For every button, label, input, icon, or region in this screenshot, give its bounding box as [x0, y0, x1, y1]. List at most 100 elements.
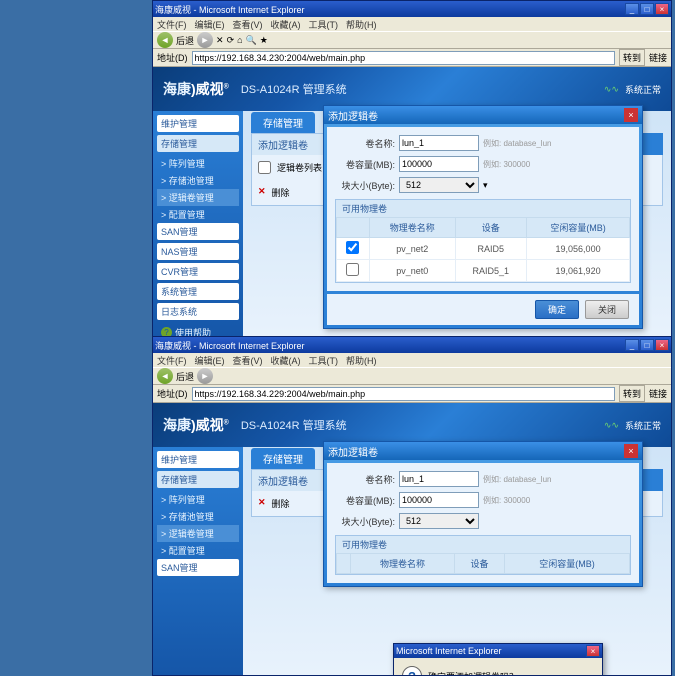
address-bar: 地址(D) 转到 链接	[153, 49, 671, 67]
menu-fav[interactable]: 收藏(A)	[271, 354, 301, 366]
row-checkbox[interactable]	[346, 263, 359, 276]
forward-button[interactable]: ►	[197, 368, 213, 384]
capacity-input[interactable]	[399, 492, 479, 508]
window-titlebar: 海康威视 - Microsoft Internet Explorer _ □ ×	[153, 1, 671, 17]
question-icon: ?	[402, 666, 422, 675]
nav-toolbar: ◄ 后退 ► ✕ ⟳ ⌂ 🔍 ★	[153, 31, 671, 49]
sidebar-section-maint[interactable]: 维护管理	[157, 115, 239, 132]
block-label: 块大小(Byte):	[335, 179, 395, 192]
menu-file[interactable]: 文件(F)	[157, 18, 187, 30]
refresh-icon[interactable]: ⟳	[227, 35, 235, 46]
ok-button[interactable]: 确定	[535, 300, 579, 319]
menu-view[interactable]: 查看(V)	[233, 18, 263, 30]
go-button[interactable]: 转到	[619, 49, 645, 66]
sidebar-item-config[interactable]: > 配置管理	[157, 542, 239, 559]
sidebar-section-log[interactable]: 日志系统	[157, 303, 239, 320]
back-button[interactable]: ◄	[157, 32, 173, 48]
delete-link[interactable]: 删除	[272, 186, 290, 199]
workspace-tab[interactable]: 存储管理	[251, 448, 315, 469]
sidebar-section-san[interactable]: SAN管理	[157, 223, 239, 240]
available-pv-panel: 可用物理卷 物理卷名称 设备 空闲容量(MB)	[335, 199, 631, 283]
minimize-button[interactable]: _	[625, 339, 639, 351]
row-checkbox[interactable]	[346, 241, 359, 254]
cancel-button[interactable]: 关闭	[585, 300, 629, 319]
window-titlebar: 海康威视 - Microsoft Internet Explorer _ □ ×	[153, 337, 671, 353]
delete-icon: ✕	[258, 497, 266, 510]
sidebar-section-system[interactable]: 系统管理	[157, 283, 239, 300]
page-content: 海康)威视® DS-A1024R 管理系统 ∿∿系统正常 维护管理 存储管理 >…	[153, 67, 671, 339]
close-button[interactable]: ×	[655, 3, 669, 15]
block-select[interactable]: 512	[399, 177, 479, 193]
menu-file[interactable]: 文件(F)	[157, 354, 187, 366]
dialog-close-button[interactable]: ×	[624, 108, 638, 122]
address-input[interactable]	[192, 387, 615, 401]
menu-help[interactable]: 帮助(H)	[346, 18, 377, 30]
block-select[interactable]: 512	[399, 513, 479, 529]
sidebar-item-storage[interactable]: 存储管理	[157, 471, 239, 488]
name-label: 卷名称:	[335, 137, 395, 150]
logo: 海康)威视®	[163, 79, 229, 99]
menu-view[interactable]: 查看(V)	[233, 354, 263, 366]
forward-button[interactable]: ►	[197, 32, 213, 48]
alert-message: 确定要添加逻辑卷吗？	[428, 670, 518, 676]
stop-icon[interactable]: ✕	[216, 35, 224, 46]
sidebar-item-array[interactable]: > 阵列管理	[157, 155, 239, 172]
col-device: 设备	[455, 218, 527, 238]
sidebar-item-lun[interactable]: > 逻辑卷管理	[157, 189, 239, 206]
capacity-label: 卷容量(MB):	[335, 158, 395, 171]
favorites-icon[interactable]: ★	[260, 35, 268, 46]
search-icon[interactable]: 🔍	[246, 35, 257, 46]
add-lun-dialog: 添加逻辑卷 × 卷名称: 例如: database_lun 卷容量(MB): 例…	[323, 105, 643, 329]
available-pv-title: 可用物理卷	[336, 200, 630, 217]
workspace: 存储管理 空闲 扩展 重命名 添加逻辑卷 逻辑卷列表 ✕删除	[243, 111, 671, 339]
delete-link[interactable]: 删除	[272, 497, 290, 510]
menu-help[interactable]: 帮助(H)	[346, 354, 377, 366]
menu-tools[interactable]: 工具(T)	[309, 18, 339, 30]
list-checkbox[interactable]	[258, 161, 271, 174]
go-button[interactable]: 转到	[619, 385, 645, 402]
capacity-hint: 例如: 300000	[483, 159, 530, 170]
maximize-button[interactable]: □	[640, 339, 654, 351]
links-label[interactable]: 链接	[649, 51, 667, 64]
close-button[interactable]: ×	[655, 339, 669, 351]
table-row: pv_net0 RAID5_1 19,061,920	[337, 260, 630, 282]
back-button[interactable]: ◄	[157, 368, 173, 384]
sidebar-item-pool[interactable]: > 存储池管理	[157, 172, 239, 189]
menu-fav[interactable]: 收藏(A)	[271, 18, 301, 30]
sidebar: 维护管理 存储管理 > 阵列管理 > 存储池管理 > 逻辑卷管理 > 配置管理 …	[153, 447, 243, 675]
menu-edit[interactable]: 编辑(E)	[195, 18, 225, 30]
alert-close-button[interactable]: ×	[586, 645, 600, 657]
name-input[interactable]	[399, 135, 479, 151]
ie-window: 海康威视 - Microsoft Internet Explorer _ □ ×…	[152, 336, 672, 676]
sidebar-section-nas[interactable]: NAS管理	[157, 243, 239, 260]
sidebar-item-lun[interactable]: > 逻辑卷管理	[157, 525, 239, 542]
dialog-title: 添加逻辑卷	[328, 108, 378, 123]
menu-tools[interactable]: 工具(T)	[309, 354, 339, 366]
dialog-titlebar: 添加逻辑卷 ×	[324, 106, 642, 124]
sidebar-item-storage[interactable]: 存储管理	[157, 135, 239, 152]
sidebar-item-pool[interactable]: > 存储池管理	[157, 508, 239, 525]
delete-icon: ✕	[258, 186, 266, 199]
sidebar-section-san[interactable]: SAN管理	[157, 559, 239, 576]
menu-bar: 文件(F) 编辑(E) 查看(V) 收藏(A) 工具(T) 帮助(H)	[153, 353, 671, 367]
col-pvname: 物理卷名称	[369, 218, 455, 238]
chevron-down-icon: ▾	[483, 180, 488, 191]
home-icon[interactable]: ⌂	[237, 35, 242, 45]
capacity-input[interactable]	[399, 156, 479, 172]
sidebar: 维护管理 存储管理 > 阵列管理 > 存储池管理 > 逻辑卷管理 > 配置管理 …	[153, 111, 243, 339]
address-input[interactable]	[192, 51, 615, 65]
name-hint: 例如: database_lun	[483, 138, 552, 149]
maximize-button[interactable]: □	[640, 3, 654, 15]
menu-edit[interactable]: 编辑(E)	[195, 354, 225, 366]
workspace-tab[interactable]: 存储管理	[251, 112, 315, 133]
dialog-close-button[interactable]: ×	[624, 444, 638, 458]
minimize-button[interactable]: _	[625, 3, 639, 15]
col-free: 空闲容量(MB)	[527, 218, 630, 238]
sidebar-section-maint[interactable]: 维护管理	[157, 451, 239, 468]
window-title: 海康威视 - Microsoft Internet Explorer	[155, 3, 305, 16]
product-title: DS-A1024R 管理系统	[241, 81, 347, 97]
sidebar-section-cvr[interactable]: CVR管理	[157, 263, 239, 280]
confirm-alert: Microsoft Internet Explorer× ? 确定要添加逻辑卷吗…	[393, 643, 603, 675]
name-input[interactable]	[399, 471, 479, 487]
sidebar-item-config[interactable]: > 配置管理	[157, 206, 239, 223]
